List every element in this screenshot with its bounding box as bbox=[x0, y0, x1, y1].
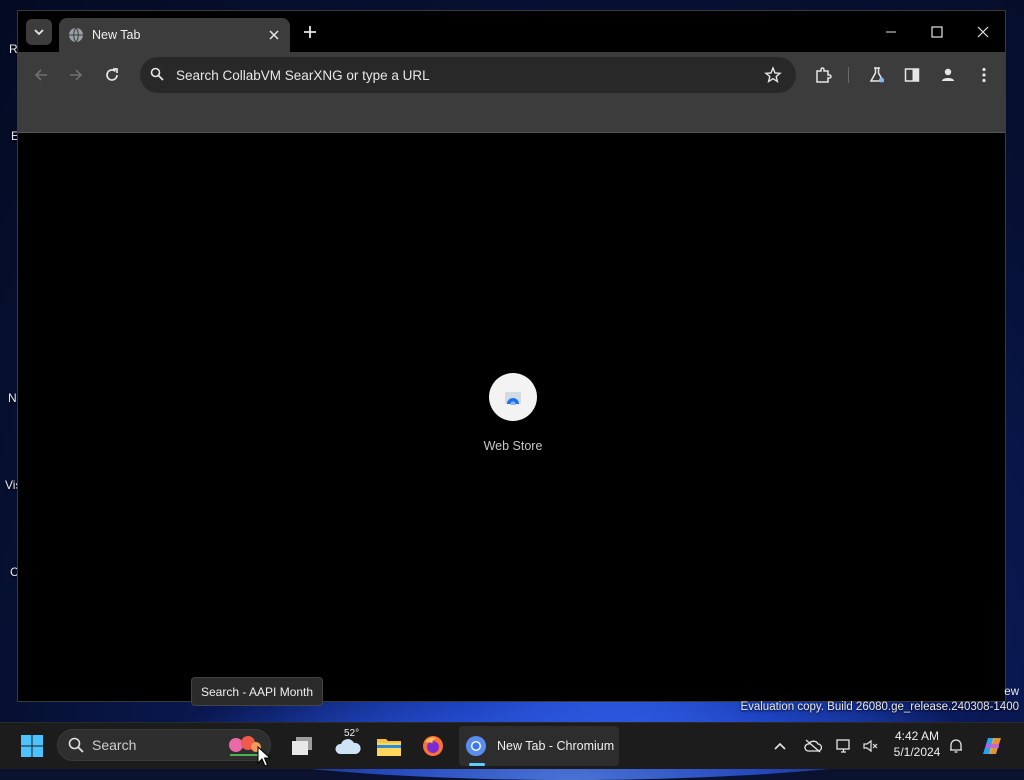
toolbar-divider bbox=[848, 67, 849, 83]
bell-icon bbox=[950, 739, 962, 753]
back-button[interactable] bbox=[29, 63, 53, 87]
minimize-button[interactable] bbox=[871, 17, 911, 47]
person-icon bbox=[942, 68, 954, 81]
menu-button[interactable] bbox=[972, 63, 996, 87]
network-icon bbox=[836, 739, 850, 753]
side-panel-icon bbox=[904, 68, 920, 82]
chromium-icon bbox=[465, 735, 487, 757]
firefox-icon bbox=[423, 736, 443, 756]
taskbar-chromium-label: New Tab - Chromium bbox=[497, 739, 615, 753]
flask-icon bbox=[869, 67, 885, 83]
taskbar-search-label: Search bbox=[92, 737, 137, 753]
web-store-icon bbox=[489, 373, 537, 421]
network-status[interactable] bbox=[834, 729, 854, 763]
volume-status[interactable] bbox=[860, 729, 880, 763]
more-vertical-icon bbox=[982, 67, 986, 83]
profile-button[interactable] bbox=[936, 63, 960, 87]
tab-title: New Tab bbox=[92, 28, 141, 42]
close-window-button[interactable] bbox=[963, 17, 1003, 47]
shortcut-label: Web Store bbox=[483, 439, 543, 453]
weather-widget[interactable]: 52° bbox=[330, 728, 366, 763]
extensions-button[interactable] bbox=[811, 63, 835, 87]
title-bar: New Tab bbox=[18, 11, 1005, 52]
new-tab-button[interactable] bbox=[298, 20, 322, 44]
maximize-icon bbox=[931, 26, 943, 38]
notifications-button[interactable] bbox=[946, 729, 966, 763]
cloud-offline-icon bbox=[804, 739, 822, 753]
system-clock[interactable]: 4:42 AM 5/1/2024 bbox=[884, 728, 950, 760]
taskbar: Search 52° New Tab - Chromium 4:42 AM 5/… bbox=[0, 722, 1024, 769]
evaluation-watermark: Evaluation copy. Build 26080.ge_release.… bbox=[740, 701, 1019, 713]
task-view-icon bbox=[292, 737, 312, 755]
plus-icon bbox=[304, 26, 316, 38]
desktop-icon-label-3[interactable]: N bbox=[8, 391, 17, 405]
reload-icon bbox=[106, 68, 118, 81]
taskbar-chromium-window[interactable]: New Tab - Chromium bbox=[459, 726, 619, 766]
globe-icon bbox=[68, 27, 84, 43]
puzzle-icon bbox=[816, 67, 832, 83]
chevron-up-icon bbox=[774, 742, 786, 750]
minimize-icon bbox=[886, 31, 896, 33]
weather-temperature: 52° bbox=[344, 728, 360, 739]
labs-button[interactable] bbox=[865, 63, 889, 87]
new-tab-page: Web Store bbox=[18, 133, 1005, 701]
copilot-icon bbox=[983, 738, 1001, 754]
bookmark-star-button[interactable] bbox=[764, 66, 782, 84]
active-window-indicator bbox=[469, 763, 485, 766]
taskbar-search-box[interactable]: Search bbox=[57, 729, 271, 761]
task-view-button[interactable] bbox=[286, 729, 318, 763]
firefox-button[interactable] bbox=[418, 729, 448, 763]
clock-time: 4:42 AM bbox=[894, 729, 940, 743]
search-icon bbox=[150, 67, 166, 83]
cloud-icon bbox=[335, 739, 361, 754]
side-panel-button[interactable] bbox=[900, 63, 924, 87]
clock-date: 5/1/2024 bbox=[893, 745, 941, 759]
reload-button[interactable] bbox=[100, 63, 124, 87]
arrow-left-icon bbox=[34, 69, 47, 81]
watermark-fragment: ew bbox=[1004, 686, 1019, 698]
tab-search-button[interactable] bbox=[26, 19, 52, 45]
show-hidden-icons-button[interactable] bbox=[770, 729, 790, 763]
close-icon bbox=[977, 26, 989, 38]
star-icon bbox=[764, 66, 782, 84]
address-bar-placeholder: Search CollabVM SearXNG or type a URL bbox=[176, 67, 430, 83]
browser-window: New Tab Search CollabVM SearXNG or type … bbox=[17, 10, 1006, 702]
speaker-muted-icon bbox=[863, 739, 878, 753]
tab-close-button[interactable] bbox=[264, 25, 284, 45]
browser-toolbar: Search CollabVM SearXNG or type a URL bbox=[18, 52, 1005, 98]
address-bar[interactable]: Search CollabVM SearXNG or type a URL bbox=[140, 57, 796, 93]
close-icon bbox=[269, 30, 279, 40]
folder-icon bbox=[377, 739, 401, 756]
search-icon bbox=[68, 737, 84, 753]
start-button[interactable] bbox=[16, 729, 48, 763]
windows-logo-icon bbox=[21, 735, 43, 757]
maximize-button[interactable] bbox=[917, 17, 957, 47]
file-explorer-button[interactable] bbox=[374, 729, 404, 763]
bookmarks-bar bbox=[18, 98, 1005, 133]
onedrive-status[interactable] bbox=[802, 729, 824, 763]
mouse-cursor-icon bbox=[257, 745, 272, 773]
taskbar-search-tooltip: Search - AAPI Month bbox=[191, 677, 324, 706]
copilot-button[interactable] bbox=[978, 729, 1006, 763]
forward-button[interactable] bbox=[64, 63, 88, 87]
chevron-down-icon bbox=[34, 29, 44, 36]
shortcut-web-store[interactable]: Web Store bbox=[473, 373, 553, 463]
tab-new-tab[interactable]: New Tab bbox=[59, 18, 290, 52]
arrow-right-icon bbox=[70, 69, 83, 81]
